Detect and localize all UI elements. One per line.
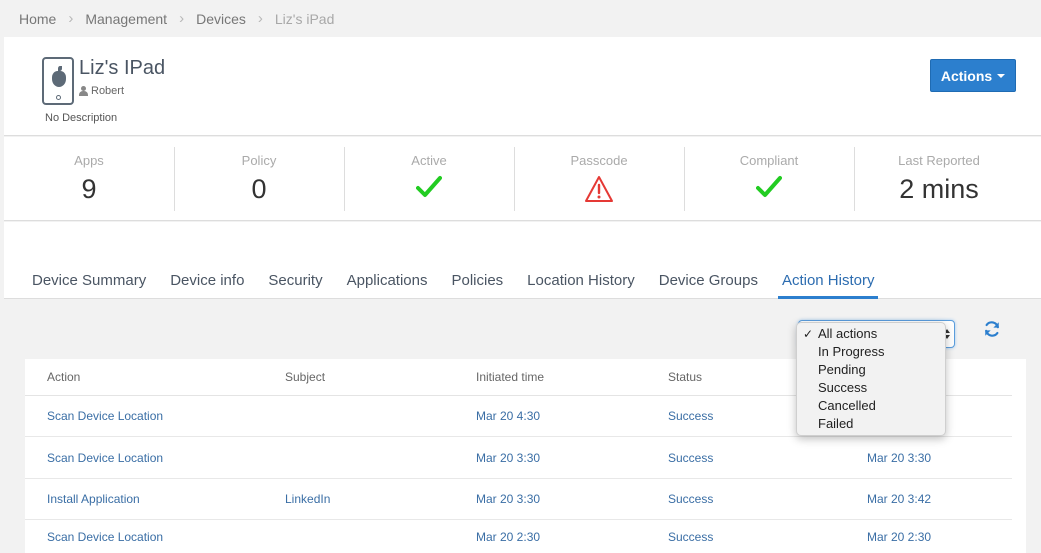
chevron-right-icon: › [257,10,263,27]
cell-initiated: Mar 20 2:30 [476,530,541,544]
filter-option-all-actions[interactable]: ✓ All actions [797,325,945,343]
device-description: No Description [45,112,118,124]
stat-label: Compliant [739,153,799,168]
ipad-icon [42,57,74,105]
user-icon [79,86,88,96]
cell-status: Success [668,409,714,423]
apple-icon [52,66,66,87]
green-check-icon [756,176,782,197]
stat-compliant: Compliant [684,137,854,220]
cell-action: Install Application [47,492,140,506]
device-title: Liz's IPad [79,57,166,79]
option-label: In Progress [818,344,885,359]
tab-bar: Device Summary Device info Security Appl… [28,272,894,299]
option-label: Failed [818,416,854,431]
stat-active: Active [344,137,514,220]
action-filter-dropdown: ✓ All actions In Progress Pending Succes… [796,322,946,436]
filter-option-success[interactable]: Success [797,379,945,397]
tab-device-groups[interactable]: Device Groups [655,272,762,299]
stat-label: Policy [241,153,277,168]
stat-passcode: Passcode [514,137,684,220]
tab-security[interactable]: Security [264,272,326,299]
stat-apps: Apps 9 [4,137,174,220]
stat-last-reported: Last Reported 2 mins [854,137,1024,220]
cell-initiated: Mar 20 3:30 [476,492,541,506]
filter-option-cancelled[interactable]: Cancelled [797,397,945,415]
cell-action: Scan Device Location [47,409,164,423]
filter-option-pending[interactable]: Pending [797,361,945,379]
header-action[interactable]: Action [47,359,80,395]
device-header: Liz's IPad Robert No Description Actions [4,37,1041,136]
chevron-right-icon: › [179,10,185,27]
option-label: Success [818,380,868,395]
tab-action-history[interactable]: Action History [777,272,879,299]
stat-label: Passcode [570,153,628,168]
cell-status: Success [668,492,714,506]
breadcrumb-devices[interactable]: Devices [196,11,246,27]
table-row[interactable]: Scan Device Location Mar 20 3:30 Success… [25,438,1012,479]
breadcrumb-current: Liz's iPad [274,10,335,27]
table-row[interactable]: Scan Device Location Mar 20 2:30 Success… [25,521,1012,553]
green-check-icon [416,176,442,197]
actions-button[interactable]: Actions [930,59,1016,92]
stat-value: 0 [251,174,267,204]
stat-label: Last Reported [898,153,980,168]
option-label: Cancelled [818,398,876,413]
breadcrumb-management[interactable]: Management [85,11,167,27]
cell-completed: Mar 20 3:42 [867,492,932,506]
cell-status: Success [668,530,714,544]
option-label: Pending [818,362,866,377]
tab-policies[interactable]: Policies [447,272,507,299]
chevron-right-icon: › [68,10,74,27]
warning-triangle-icon [585,176,613,202]
cell-action: Scan Device Location [47,530,164,544]
table-row[interactable]: Install Application LinkedIn Mar 20 3:30… [25,479,1012,520]
header-status[interactable]: Status [668,359,702,395]
cell-completed: Mar 20 3:30 [867,451,932,465]
option-label: All actions [818,326,878,341]
cell-initiated: Mar 20 4:30 [476,409,541,423]
stat-value: 2 mins [899,174,979,204]
breadcrumb: Home › Management › Devices › Liz's iPad [0,0,1041,37]
refresh-icon[interactable] [983,320,1001,338]
stats-bar: Apps 9 Policy 0 Active Passcode Complian… [4,137,1041,221]
cell-status: Success [668,451,714,465]
tabs-area: Device Summary Device info Security Appl… [4,222,1041,299]
stat-value: 9 [81,174,97,204]
actions-button-label: Actions [940,67,993,84]
breadcrumb-home[interactable]: Home [19,11,56,27]
stat-label: Active [411,153,447,168]
cell-action: Scan Device Location [47,451,164,465]
cell-subject: LinkedIn [285,492,331,506]
owner-name: Robert [91,85,125,97]
device-owner: Robert [79,85,124,97]
tab-location-history[interactable]: Location History [523,272,639,299]
tab-device-info[interactable]: Device info [166,272,248,299]
header-subject[interactable]: Subject [285,359,325,395]
stat-label: Apps [74,153,104,168]
caret-down-icon [997,73,1006,78]
tab-device-summary[interactable]: Device Summary [28,272,150,299]
checkmark-icon: ✓ [803,327,814,341]
filter-option-in-progress[interactable]: In Progress [797,343,945,361]
header-initiated-time[interactable]: Initiated time [476,359,544,395]
stat-policy: Policy 0 [174,137,344,220]
cell-initiated: Mar 20 3:30 [476,451,541,465]
cell-completed: Mar 20 2:30 [867,530,932,544]
tab-applications[interactable]: Applications [343,272,432,299]
filter-option-failed[interactable]: Failed [797,415,945,433]
